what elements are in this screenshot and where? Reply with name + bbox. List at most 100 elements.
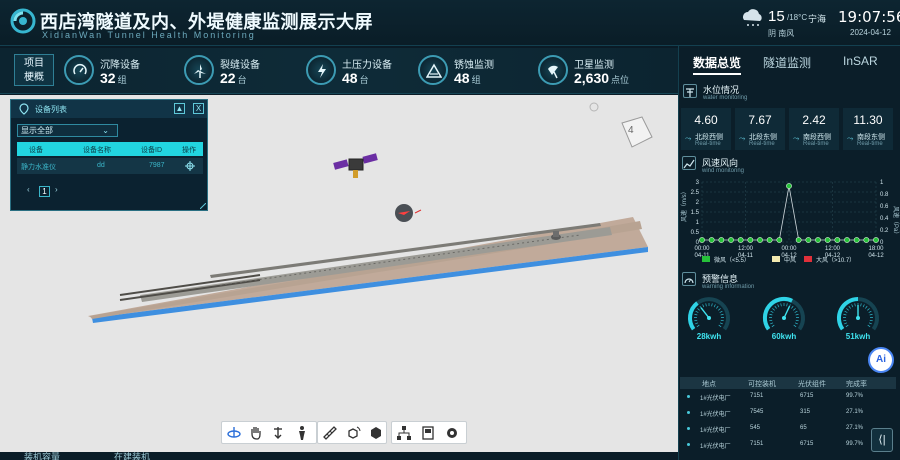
move-down-icon[interactable] — [270, 425, 286, 441]
cell-capacity: 545 — [750, 425, 761, 431]
gauge-tick — [780, 303, 782, 307]
gauge-tick — [795, 319, 799, 322]
gauge-tick — [695, 310, 699, 313]
ai-assistant-button[interactable]: Ai — [868, 347, 894, 373]
page-subtitle: XidianWan Tunnel Health Monitoring — [42, 30, 256, 40]
tab-installed-capacity[interactable]: 装机容量 — [24, 450, 60, 460]
tab-insar[interactable]: InSAR — [843, 54, 878, 68]
prev-page-button[interactable]: ‹ — [27, 185, 30, 194]
cell-capacity: 7151 — [750, 441, 764, 447]
wind-series — [699, 183, 879, 243]
legend-label: 微风（<5.5） — [714, 258, 750, 264]
gauge-dial-3 — [837, 296, 879, 331]
left-tick-label: 1.5 — [691, 210, 700, 216]
gauge-tick — [848, 305, 851, 309]
cell-modules: 315 — [800, 409, 811, 415]
windmill-icon — [184, 55, 214, 85]
gauge-hub — [707, 316, 711, 320]
gauge-tick — [771, 324, 775, 328]
gauge-tick — [694, 319, 698, 322]
gauge-tick — [846, 308, 849, 311]
scene-toolbar — [221, 421, 467, 444]
tunnel-model[interactable] — [88, 217, 648, 323]
cube-rotate-icon[interactable] — [345, 425, 361, 441]
network-icon[interactable] — [396, 425, 412, 441]
gauge-tick — [718, 308, 721, 311]
device-list-panel: 设备列表 ▲ X 显示全部 ⌄ 设备 设备名称 设备ID 操作 静力水准仪 dd… — [10, 99, 208, 211]
cell-location: 1#光伏电厂 — [700, 444, 731, 450]
cell-capacity: 7151 — [750, 393, 764, 399]
project-overview-button[interactable]: 项目 梗概 — [14, 54, 54, 86]
plant-table-header: 地点 可控装机 光伏组件 完成率 — [680, 377, 896, 389]
view-cube-icon[interactable]: 4 — [621, 116, 653, 148]
table-row[interactable]: 1#光伏电厂 7151 6715 99.7% — [680, 437, 896, 452]
legend-swatch — [702, 256, 710, 262]
tab-under-construction[interactable]: 在建装机 — [114, 450, 150, 460]
right-tick-label: 0.6 — [880, 204, 889, 210]
x-tick-label: 18:00 — [868, 246, 884, 252]
gauge-fill — [762, 296, 793, 331]
gauge-tick — [844, 322, 848, 325]
table-row[interactable]: 静力水准仪 dd 7987 — [17, 158, 203, 174]
page-number-button[interactable]: 1 — [39, 186, 50, 197]
collapse-panel-button[interactable]: ⟨| — [871, 428, 893, 452]
legend-swatch — [772, 256, 780, 262]
left-tick-label: 2.5 — [691, 190, 700, 196]
speedometer-icon — [682, 272, 696, 286]
device-filter-select[interactable]: 显示全部 ⌄ — [17, 124, 118, 137]
pipe-icon: ⤳ — [739, 134, 746, 143]
table-row[interactable]: 1#光伏电厂 7545 315 27.1% — [680, 405, 896, 420]
wind-point — [844, 237, 850, 243]
table-row[interactable]: 1#光伏电厂 7151 6715 99.7% — [680, 389, 896, 404]
wind-point — [873, 237, 879, 243]
warning-icon — [418, 55, 448, 85]
col-rate: 完成率 — [846, 381, 867, 388]
location-pin-icon — [19, 103, 29, 115]
left-tick-label: 1 — [696, 220, 700, 226]
dashboard-app: 西店湾隧道及内、外堤健康监测展示大屏 XidianWan Tunnel Heal… — [0, 0, 900, 460]
right-axis-label: 风速（Pa） — [892, 206, 899, 237]
next-page-button[interactable]: › — [55, 185, 58, 194]
device-icon[interactable] — [420, 425, 436, 441]
temperature-range: /18°C — [787, 13, 808, 22]
gauge-fill — [688, 301, 699, 331]
gauge-tick — [791, 305, 794, 309]
wind-point — [757, 237, 763, 243]
rotate-icon[interactable] — [226, 425, 242, 441]
table-row[interactable]: 1#光伏电厂 545 65 27.1% — [680, 421, 896, 436]
toolbar-group-tools — [391, 421, 467, 444]
wind-legend: 微风（<5.5） 中风 大风（>10.7） — [702, 255, 882, 265]
wind-point — [708, 237, 715, 243]
satellite-model[interactable] — [333, 153, 378, 178]
gauge-tick — [851, 304, 854, 308]
stat-value: 22 台 — [220, 70, 247, 86]
close-button[interactable]: X — [193, 103, 204, 114]
direction-marker[interactable] — [395, 204, 422, 222]
home-view-icon[interactable] — [589, 102, 599, 112]
x-tick-label: 12:00 — [825, 246, 841, 252]
x-tick-label: 00:00 — [694, 246, 710, 252]
cell-rate: 99.7% — [846, 441, 864, 447]
chevron-down-icon: ⌄ — [102, 126, 109, 135]
left-tick-label: 2 — [696, 200, 700, 206]
locate-icon[interactable] — [185, 161, 195, 171]
resize-handle-icon[interactable] — [200, 203, 206, 209]
stat-label: 沉降设备 — [100, 60, 140, 71]
right-axis-ticks: 00.20.40.60.81 — [880, 180, 889, 246]
legend-swatch — [804, 256, 812, 262]
wind-chart: 00.511.522.53 00.20.40.60.81 00:0004-111… — [681, 180, 899, 259]
pipe-icon: ⤳ — [847, 134, 854, 143]
wind-point — [834, 237, 841, 243]
minimize-button[interactable]: ▲ — [174, 103, 185, 114]
tab-data-overview[interactable]: 数据总览 — [693, 54, 741, 71]
person-icon[interactable] — [294, 425, 310, 441]
pipe-icon: ⤳ — [793, 134, 800, 143]
tab-tunnel-monitoring[interactable]: 隧道监测 — [763, 54, 811, 71]
gauge-tick — [716, 305, 719, 309]
col-capacity: 可控装机 — [748, 381, 776, 388]
cube-icon[interactable] — [368, 425, 384, 441]
hand-icon[interactable] — [248, 425, 264, 441]
settings-icon[interactable] — [444, 425, 460, 441]
ruler-icon[interactable] — [322, 425, 338, 441]
device-table-header: 设备 设备名称 设备ID 操作 — [17, 142, 203, 156]
